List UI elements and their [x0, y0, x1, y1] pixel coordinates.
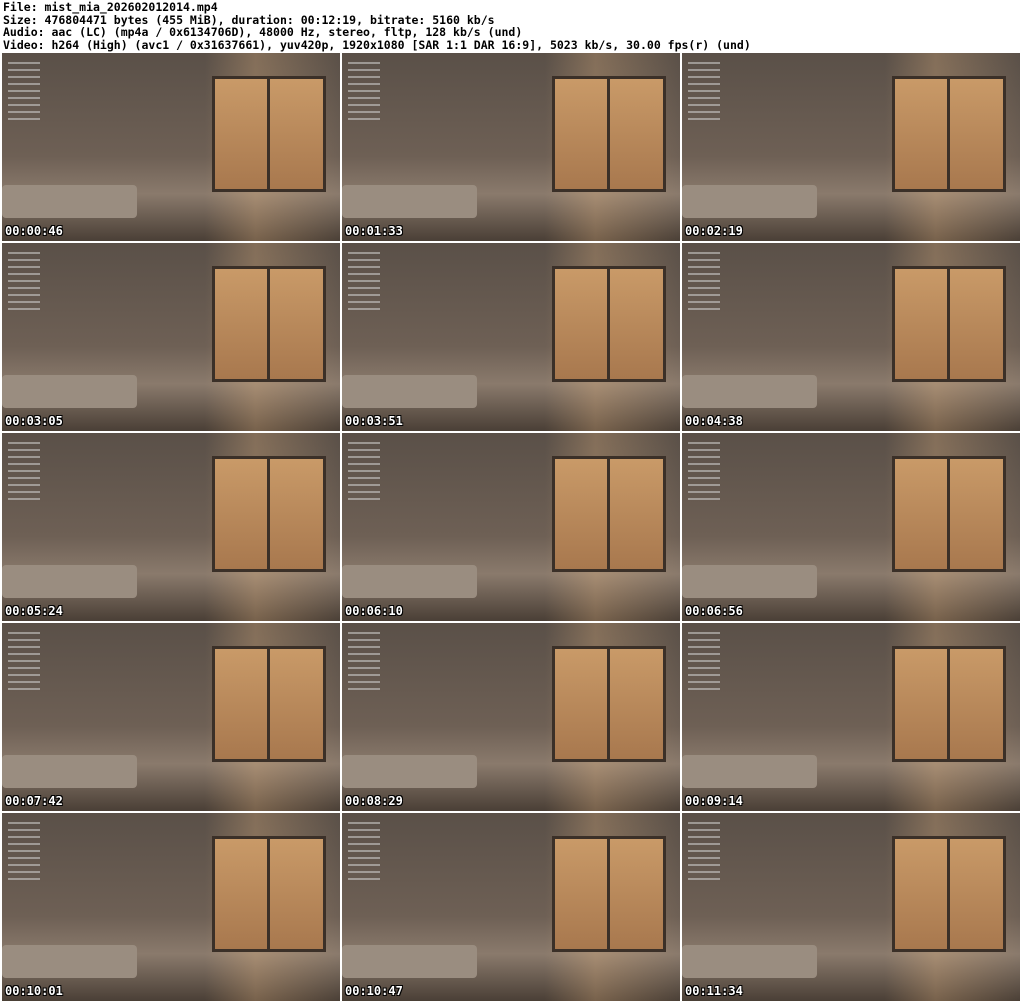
thumbnail-timestamp: 00:01:33 [345, 224, 403, 238]
video-thumbnail: 00:05:24 [2, 433, 340, 621]
thumbnail-timestamp: 00:06:10 [345, 604, 403, 618]
video-thumbnail: 00:01:33 [342, 53, 680, 241]
overlay-panel [348, 627, 388, 737]
video-thumbnail: 00:10:01 [2, 813, 340, 1001]
thumbnail-timestamp: 00:02:19 [685, 224, 743, 238]
thumbnail-timestamp: 00:08:29 [345, 794, 403, 808]
window-background [551, 265, 667, 383]
sofa-background [342, 564, 478, 599]
video-thumbnail: 00:04:38 [682, 243, 1020, 431]
video-thumbnail: 00:07:42 [2, 623, 340, 811]
thumbnail-timestamp: 00:04:38 [685, 414, 743, 428]
sofa-background [2, 754, 138, 789]
overlay-panel [688, 817, 728, 927]
video-thumbnail: 00:06:10 [342, 433, 680, 621]
sofa-background [682, 184, 818, 219]
sofa-background [342, 754, 478, 789]
overlay-panel [8, 627, 48, 737]
audio-info: Audio: aac (LC) (mp4a / 0x6134706D), 480… [3, 25, 523, 40]
overlay-panel [8, 437, 48, 547]
sofa-background [342, 184, 478, 219]
video-thumbnail: 00:08:29 [342, 623, 680, 811]
overlay-panel [8, 57, 48, 167]
thumbnail-grid: 00:00:46 00:01:33 00:02:19 00:03:05 00:03:51… [2, 53, 1020, 1001]
video-thumbnail: 00:10:47 [342, 813, 680, 1001]
sofa-background [2, 564, 138, 599]
thumbnail-timestamp: 00:03:05 [5, 414, 63, 428]
overlay-panel [688, 57, 728, 167]
video-thumbnail: 00:02:19 [682, 53, 1020, 241]
window-background [211, 455, 327, 573]
sofa-background [342, 374, 478, 409]
window-background [891, 455, 1007, 573]
window-background [891, 835, 1007, 953]
overlay-panel [348, 247, 388, 357]
video-thumbnail: 00:03:05 [2, 243, 340, 431]
video-thumbnail: 00:06:56 [682, 433, 1020, 621]
window-background [211, 835, 327, 953]
overlay-panel [688, 247, 728, 357]
video-thumbnail: 00:00:46 [2, 53, 340, 241]
file-info-header: File: mist_mia_202602012014.mp4 Size: 476… [3, 1, 751, 51]
thumbnail-timestamp: 00:11:34 [685, 984, 743, 998]
sofa-background [2, 944, 138, 979]
overlay-panel [688, 437, 728, 547]
sofa-background [2, 374, 138, 409]
overlay-panel [348, 437, 388, 547]
window-background [551, 75, 667, 193]
file-name: File: mist_mia_202602012014.mp4 [3, 0, 218, 14]
window-background [551, 645, 667, 763]
window-background [891, 645, 1007, 763]
overlay-panel [8, 247, 48, 357]
thumbnail-timestamp: 00:10:01 [5, 984, 63, 998]
thumbnail-timestamp: 00:10:47 [345, 984, 403, 998]
sofa-background [682, 564, 818, 599]
thumbnail-timestamp: 00:07:42 [5, 794, 63, 808]
thumbnail-timestamp: 00:05:24 [5, 604, 63, 618]
thumbnail-timestamp: 00:03:51 [345, 414, 403, 428]
sofa-background [682, 944, 818, 979]
window-background [211, 75, 327, 193]
window-background [551, 455, 667, 573]
thumbnail-timestamp: 00:09:14 [685, 794, 743, 808]
window-background [211, 265, 327, 383]
overlay-panel [348, 817, 388, 927]
window-background [211, 645, 327, 763]
thumbnail-timestamp: 00:00:46 [5, 224, 63, 238]
video-info: Video: h264 (High) (avc1 / 0x31637661), … [3, 37, 751, 52]
overlay-panel [8, 817, 48, 927]
video-thumbnail: 00:09:14 [682, 623, 1020, 811]
window-background [551, 835, 667, 953]
thumbnail-timestamp: 00:06:56 [685, 604, 743, 618]
window-background [891, 265, 1007, 383]
overlay-panel [348, 57, 388, 167]
sofa-background [682, 374, 818, 409]
sofa-background [2, 184, 138, 219]
video-thumbnail: 00:03:51 [342, 243, 680, 431]
sofa-background [342, 944, 478, 979]
video-thumbnail: 00:11:34 [682, 813, 1020, 1001]
sofa-background [682, 754, 818, 789]
window-background [891, 75, 1007, 193]
overlay-panel [688, 627, 728, 737]
